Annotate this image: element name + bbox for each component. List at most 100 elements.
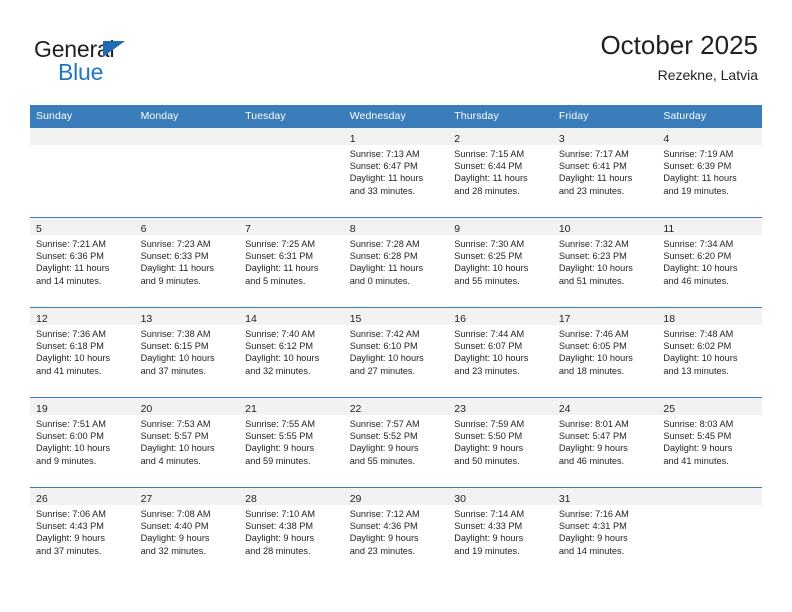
calendar-day-cell[interactable]: 1 Sunrise: 7:13 AM Sunset: 6:47 PM Daylight… — [343, 127, 449, 217]
calendar-day-cell[interactable]: 28 Sunrise: 7:10 AM Sunset: 4:38 PM Dayligh… — [239, 487, 344, 577]
cell-inner: 14 Sunrise: 7:40 AM Sunset: 6:12 PM Dayligh… — [239, 307, 344, 397]
daylight-text-line2: and 55 minutes. — [454, 275, 520, 286]
daynum-band: 17 — [552, 308, 658, 325]
sunrise-text: Sunrise: 7:36 AM — [36, 329, 106, 339]
daylight-text-line2: and 28 minutes. — [454, 185, 520, 196]
day-number: 18 — [663, 313, 676, 325]
cell-inner: 3 Sunrise: 7:17 AM Sunset: 6:41 PM Daylight… — [552, 127, 658, 217]
day-details: Sunrise: 8:03 AM Sunset: 5:45 PM Daylight:… — [657, 415, 762, 467]
daylight-text-line1: Daylight: 10 hours — [454, 263, 529, 274]
daylight-text-line1: Daylight: 10 hours — [349, 353, 424, 364]
calendar-day-cell[interactable]: 22 Sunrise: 7:57 AM Sunset: 5:52 PM Dayligh… — [343, 397, 449, 487]
day-number: 4 — [663, 133, 670, 145]
daylight-text-line2: and 41 minutes. — [36, 365, 102, 376]
cell-inner: 1 Sunrise: 7:13 AM Sunset: 6:47 PM Daylight… — [343, 127, 449, 217]
calendar-day-cell[interactable]: 29 Sunrise: 7:12 AM Sunset: 4:36 PM Dayligh… — [343, 487, 449, 577]
calendar-day-cell[interactable]: 30 Sunrise: 7:14 AM Sunset: 4:33 PM Dayligh… — [448, 487, 553, 577]
calendar-day-cell[interactable]: 18 Sunrise: 7:48 AM Sunset: 6:02 PM Dayligh… — [657, 307, 762, 397]
calendar-day-cell[interactable]: 2 Sunrise: 7:15 AM Sunset: 6:44 PM Daylight… — [448, 127, 553, 217]
day-number: 27 — [140, 493, 153, 505]
calendar-day-cell[interactable]: 12 Sunrise: 7:36 AM Sunset: 6:18 PM Dayligh… — [30, 307, 135, 397]
daynum-band: 15 — [343, 308, 449, 325]
daylight-text-line2: and 23 minutes. — [558, 185, 625, 196]
daylight-text-line2: and 9 minutes. — [140, 275, 201, 286]
day-details: Sunrise: 7:12 AM Sunset: 4:36 PM Daylight:… — [344, 505, 449, 557]
calendar-day-cell[interactable]: 17 Sunrise: 7:46 AM Sunset: 6:05 PM Dayligh… — [552, 307, 658, 397]
day-number: 15 — [349, 313, 362, 325]
calendar-day-cell[interactable]: 23 Sunrise: 7:59 AM Sunset: 5:50 PM Dayligh… — [448, 397, 553, 487]
title-block: October 2025 Rezekne, Latvia — [600, 30, 758, 84]
cell-inner: 24 Sunrise: 8:01 AM Sunset: 5:47 PM Dayligh… — [552, 397, 658, 487]
calendar-day-cell[interactable]: 16 Sunrise: 7:44 AM Sunset: 6:07 PM Dayligh… — [448, 307, 553, 397]
calendar-day-cell[interactable]: 8 Sunrise: 7:28 AM Sunset: 6:28 PM Daylight… — [343, 217, 449, 307]
calendar-day-cell[interactable]: 7 Sunrise: 7:25 AM Sunset: 6:31 PM Daylight… — [239, 217, 344, 307]
calendar-day-cell[interactable]: 6 Sunrise: 7:23 AM Sunset: 6:33 PM Daylight… — [134, 217, 240, 307]
day-details: Sunrise: 7:19 AM Sunset: 6:39 PM Daylight:… — [657, 145, 762, 197]
cell-inner: 10 Sunrise: 7:32 AM Sunset: 6:23 PM Dayligh… — [552, 217, 658, 307]
daynum-band: 16 — [448, 308, 553, 325]
cell-inner: 22 Sunrise: 7:57 AM Sunset: 5:52 PM Dayligh… — [343, 397, 449, 487]
calendar-day-cell[interactable]: 24 Sunrise: 8:01 AM Sunset: 5:47 PM Dayligh… — [552, 397, 658, 487]
sunrise-text: Sunrise: 7:48 AM — [663, 329, 734, 339]
sunset-text: Sunset: 4:43 PM — [36, 521, 104, 532]
daylight-text-line1: Daylight: 9 hours — [349, 443, 419, 454]
cell-inner: 27 Sunrise: 7:08 AM Sunset: 4:40 PM Dayligh… — [134, 487, 240, 577]
calendar-day-cell[interactable]: 31 Sunrise: 7:16 AM Sunset: 4:31 PM Dayligh… — [552, 487, 658, 577]
cell-inner: 26 Sunrise: 7:06 AM Sunset: 4:43 PM Dayligh… — [30, 487, 135, 577]
day-details: Sunrise: 7:16 AM Sunset: 4:31 PM Daylight:… — [553, 505, 658, 557]
sunset-text: Sunset: 4:40 PM — [140, 521, 209, 532]
weekday-header-monday: Monday — [134, 105, 240, 127]
day-number: 26 — [36, 493, 48, 505]
sunrise-text: Sunrise: 7:06 AM — [36, 509, 106, 519]
daynum-band: 6 — [134, 218, 240, 235]
daylight-text-line2: and 27 minutes. — [349, 365, 416, 376]
day-details: Sunrise: 7:42 AM Sunset: 6:10 PM Daylight:… — [344, 325, 449, 377]
calendar-day-cell[interactable]: 10 Sunrise: 7:32 AM Sunset: 6:23 PM Dayligh… — [552, 217, 658, 307]
calendar-day-cell[interactable]: 21 Sunrise: 7:55 AM Sunset: 5:55 PM Dayligh… — [239, 397, 344, 487]
sunset-text: Sunset: 4:31 PM — [558, 521, 627, 532]
calendar-day-cell[interactable]: 25 Sunrise: 8:03 AM Sunset: 5:45 PM Dayligh… — [657, 397, 762, 487]
sunrise-text: Sunrise: 7:44 AM — [454, 329, 525, 339]
calendar-day-cell[interactable]: 14 Sunrise: 7:40 AM Sunset: 6:12 PM Dayligh… — [239, 307, 344, 397]
sunset-text: Sunset: 6:07 PM — [454, 341, 523, 352]
day-number: 2 — [454, 133, 461, 145]
daynum-band: 12 — [30, 308, 135, 325]
sunset-text: Sunset: 6:12 PM — [245, 341, 314, 352]
day-details: Sunrise: 7:23 AM Sunset: 6:33 PM Daylight:… — [135, 235, 240, 287]
daylight-text-line2: and 23 minutes. — [454, 365, 520, 376]
calendar-day-cell[interactable]: 4 Sunrise: 7:19 AM Sunset: 6:39 PM Daylight… — [657, 127, 762, 217]
daylight-text-line2: and 9 minutes. — [36, 455, 97, 466]
day-number: 9 — [454, 223, 461, 235]
calendar-day-cell[interactable]: 3 Sunrise: 7:17 AM Sunset: 6:41 PM Daylight… — [552, 127, 658, 217]
calendar-day-cell[interactable]: 15 Sunrise: 7:42 AM Sunset: 6:10 PM Dayligh… — [343, 307, 449, 397]
daylight-text-line1: Daylight: 10 hours — [558, 353, 633, 364]
daylight-text-line2: and 46 minutes. — [663, 275, 729, 286]
daynum-band: 20 — [134, 398, 240, 415]
daylight-text-line2: and 37 minutes. — [36, 545, 102, 556]
day-number: 30 — [454, 493, 466, 505]
day-number: 16 — [454, 313, 466, 325]
day-number: 22 — [349, 403, 362, 415]
calendar-day-cell[interactable]: 9 Sunrise: 7:30 AM Sunset: 6:25 PM Daylight… — [448, 217, 553, 307]
calendar-day-cell[interactable]: 13 Sunrise: 7:38 AM Sunset: 6:15 PM Dayligh… — [134, 307, 240, 397]
calendar-body: 1 Sunrise: 7:13 AM Sunset: 6:47 PM Daylight… — [30, 127, 762, 577]
calendar-day-cell[interactable]: 11 Sunrise: 7:34 AM Sunset: 6:20 PM Dayligh… — [657, 217, 762, 307]
sunrise-text: Sunrise: 8:03 AM — [663, 419, 734, 429]
daynum-band: 27 — [134, 488, 240, 505]
calendar-day-cell[interactable]: 27 Sunrise: 7:08 AM Sunset: 4:40 PM Dayligh… — [134, 487, 240, 577]
cell-inner: 31 Sunrise: 7:16 AM Sunset: 4:31 PM Dayligh… — [552, 487, 658, 577]
daylight-text-line1: Daylight: 9 hours — [454, 443, 524, 454]
sunset-text: Sunset: 4:36 PM — [349, 521, 418, 532]
daynum-band — [30, 128, 135, 145]
calendar-day-cell[interactable]: 5 Sunrise: 7:21 AM Sunset: 6:36 PM Daylight… — [30, 217, 135, 307]
daynum-band: 22 — [343, 398, 449, 415]
calendar-day-cell[interactable]: 20 Sunrise: 7:53 AM Sunset: 5:57 PM Dayligh… — [134, 397, 240, 487]
day-details: Sunrise: 7:44 AM Sunset: 6:07 PM Daylight:… — [448, 325, 553, 377]
day-details: Sunrise: 7:34 AM Sunset: 6:20 PM Daylight:… — [657, 235, 762, 287]
calendar-day-cell[interactable]: 26 Sunrise: 7:06 AM Sunset: 4:43 PM Dayligh… — [30, 487, 135, 577]
calendar-day-cell[interactable]: 19 Sunrise: 7:51 AM Sunset: 6:00 PM Dayligh… — [30, 397, 135, 487]
calendar-week-row: 19 Sunrise: 7:51 AM Sunset: 6:00 PM Dayligh… — [30, 397, 762, 487]
day-number: 28 — [245, 493, 257, 505]
cell-inner: 21 Sunrise: 7:55 AM Sunset: 5:55 PM Dayligh… — [239, 397, 344, 487]
daynum-band: 23 — [448, 398, 553, 415]
